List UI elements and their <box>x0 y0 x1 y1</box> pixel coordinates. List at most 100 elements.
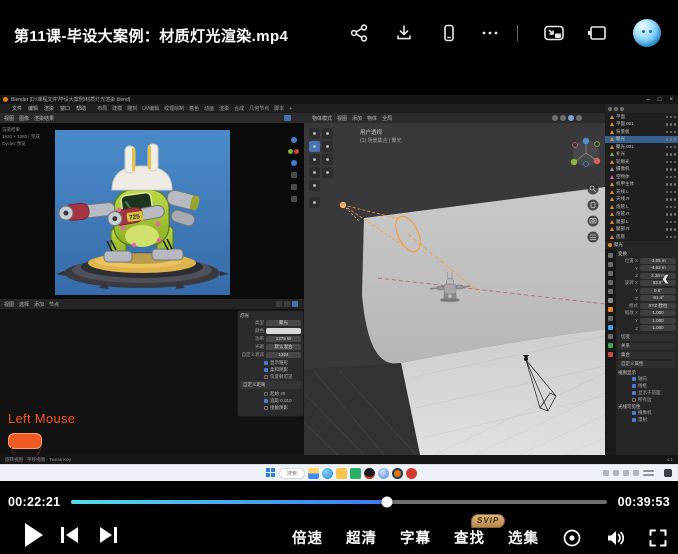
mesh-icon <box>610 167 614 171</box>
previous-button[interactable] <box>60 526 80 544</box>
mesh-icon <box>610 182 614 186</box>
blender-menu-bar: 文件编辑渲染窗口帮助 布局建模雕刻UV编辑纹理绘制着色动画渲染合成几何节点脚本+… <box>0 104 678 113</box>
taskbar-app-icon <box>336 468 347 479</box>
find-button[interactable]: 查找 SVIP <box>454 527 485 548</box>
record-button[interactable] <box>562 528 582 548</box>
toolbar-divider <box>517 25 518 41</box>
system-tray <box>603 469 654 477</box>
properties-tab-icon <box>608 271 613 276</box>
record-icon <box>562 528 582 548</box>
taskbar-app-icon <box>406 468 417 479</box>
subtitle-button[interactable]: 字幕 <box>400 527 431 548</box>
properties-tab-icon <box>608 298 613 303</box>
previous-icon <box>60 526 80 544</box>
transform-row: 模式 XYZ 欧拉 <box>618 302 676 310</box>
screencast-key-label: Left Mouse <box>8 411 75 426</box>
shader-editor-header: 视图选择添加节点 <box>0 299 304 309</box>
visibility-icons <box>666 228 678 231</box>
field-row: 自定义衰减 1324 <box>240 351 301 359</box>
viewport-header: 物体模式视图添加物体全局 <box>312 113 392 123</box>
tool-icon <box>291 172 297 178</box>
mesh-icon <box>610 175 614 179</box>
download-icon <box>394 23 414 43</box>
menu-item: 窗口 <box>60 106 70 112</box>
visibility-icons <box>666 153 678 156</box>
more-button[interactable] <box>477 20 503 46</box>
workspace-tab: UV编辑 <box>142 106 159 112</box>
taskbar-apps <box>308 468 417 479</box>
shader-editor-area: 视图选择添加节点 灯光 类型 聚光 颜色 功率 1375 W 光斑 <box>0 299 304 455</box>
side-dock-button[interactable] <box>584 20 610 46</box>
workspace-tab: 脚本 <box>274 106 284 112</box>
taskbar-app-icon <box>322 468 333 479</box>
visibility-icons <box>666 146 678 149</box>
light-properties-panel: 灯光 类型 聚光 颜色 功率 1375 W 光斑 默认混合 自定义衰减 <box>237 310 304 417</box>
collapsed-section: 关系 <box>618 343 676 351</box>
checkbox-row: 摄像机 <box>618 410 676 417</box>
image-editor-area: 渲染结果1920 × 1080 | 完成Cycles 预览 <box>0 123 304 299</box>
checkbox <box>264 406 268 410</box>
outliner: 平面 平面.001 背景板 聚光 聚光.001 <box>605 113 678 241</box>
field-row: 颜色 <box>240 327 301 335</box>
outliner-row: 平面 <box>605 113 678 121</box>
video-surface[interactable]: Blender [D:\课程文件\毕设大案例\材质灯光渲染.blend] – □… <box>0 95 678 481</box>
player-logo[interactable] <box>633 19 661 47</box>
mesh-icon <box>610 220 614 224</box>
visibility-icons <box>666 183 678 186</box>
next-button[interactable] <box>98 526 118 544</box>
fullscreen-button[interactable] <box>648 528 668 548</box>
checkbox <box>632 377 636 381</box>
download-button[interactable] <box>391 20 417 46</box>
checkbox-row: 漫射 <box>618 417 676 424</box>
volume-button[interactable] <box>605 528 625 548</box>
right-controls: 倍速 超清 字幕 查找 SVIP 选集 <box>292 527 672 548</box>
collapsed-section: 集合 <box>618 352 676 360</box>
visibility-icons <box>666 176 678 179</box>
workspace-tab: 渲染 <box>219 106 229 112</box>
video-title: 第11课-毕设大案例：材质灯光渲染.mp4 <box>14 25 288 46</box>
workspace-tab: 着色 <box>189 106 199 112</box>
visibility-icons <box>666 236 678 239</box>
visibility-icons <box>666 221 678 224</box>
seek-knob[interactable] <box>382 497 393 508</box>
speed-button[interactable]: 倍速 <box>292 527 323 548</box>
svip-badge: SVIP <box>471 514 505 528</box>
outliner-row: 腿部.L <box>605 218 678 226</box>
mobile-play-button[interactable] <box>436 20 462 46</box>
workspace-tab: 纹理绘制 <box>164 106 184 112</box>
mesh-icon <box>610 130 614 134</box>
window-controls: – □ × <box>647 95 676 104</box>
outliner-row: 补光 <box>605 151 678 159</box>
share-button[interactable] <box>346 20 372 46</box>
visibility-icons <box>666 168 678 171</box>
checkbox-row: 显示锥形 <box>240 359 301 366</box>
viewport-area: 用户透视 (1) 场景集合 | 聚光 <box>304 123 605 455</box>
windows-taskbar: 搜索 <box>0 464 678 481</box>
image-editor-header: 视图图像渲染结果 <box>4 113 54 123</box>
mesh-icon <box>610 145 614 149</box>
checkbox-row: 柔和阴影 <box>240 366 301 373</box>
mesh-icon <box>610 235 614 239</box>
properties-tab-icon <box>608 352 613 357</box>
seek-bar[interactable] <box>71 500 606 504</box>
blender-logo-icon <box>3 97 8 102</box>
phone-icon <box>439 23 459 43</box>
mini-window-button[interactable] <box>541 20 567 46</box>
episodes-button[interactable]: 选集 <box>508 527 539 548</box>
menu-item: 帮助 <box>76 106 86 112</box>
checkbox <box>264 375 268 379</box>
play-button[interactable] <box>22 522 44 548</box>
blender-title-bar: Blender [D:\课程文件\毕设大案例\材质灯光渲染.blend] – □… <box>0 95 678 104</box>
mesh-icon <box>610 160 614 164</box>
outliner-row: 背景板 <box>605 128 678 136</box>
blender-window-title: Blender [D:\课程文件\毕设大案例\材质灯光渲染.blend] <box>11 96 130 103</box>
checkbox <box>264 392 268 396</box>
quality-button[interactable]: 超清 <box>346 527 377 548</box>
minimize-icon: – <box>647 97 650 103</box>
viewport-scene: 用户透视 (1) 场景集合 | 聚光 <box>304 123 605 455</box>
next-icon <box>98 526 118 544</box>
checkbox <box>264 361 268 365</box>
side-panel-toggle[interactable]: ‹ <box>662 267 669 289</box>
mesh-icon <box>610 190 614 194</box>
mesh-icon <box>610 227 614 231</box>
